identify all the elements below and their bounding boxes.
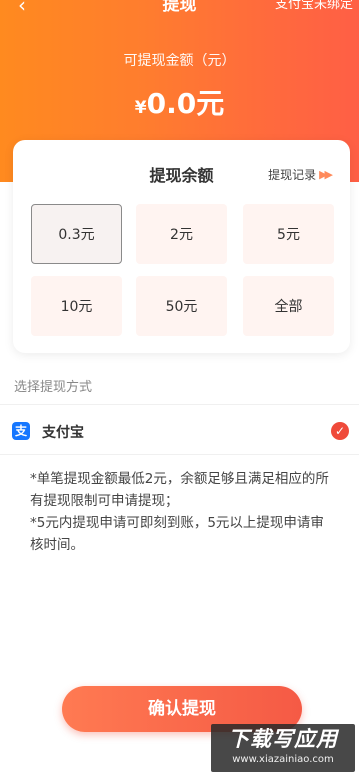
amount-option-all[interactable]: 全部 [243,276,334,336]
divider [0,454,359,455]
amount-option-50[interactable]: 50元 [136,276,227,336]
amount-option-10[interactable]: 10元 [31,276,122,336]
divider [0,404,359,405]
site-watermark: 下载写应用 www.xiazainiao.com [211,724,355,772]
watermark-url: www.xiazainiao.com [232,754,334,765]
payment-method-alipay[interactable]: 支 支付宝 ✓ [0,410,359,454]
amount-option-label: 全部 [274,299,303,315]
amount-option-label: 5元 [277,227,300,243]
payment-method-label: 选择提现方式 [14,380,93,395]
alipay-bind-status-link[interactable]: 支付宝未绑定 [275,0,353,16]
alipay-icon: 支 [12,422,30,440]
amount-option-label: 0.3元 [58,227,95,243]
amount-option-label: 10元 [60,299,93,315]
amount-option-5[interactable]: 5元 [243,204,334,264]
note-line: *单笔提现金额最低2元，余额足够且满足相应的所有提现限制可申请提现； [30,471,329,509]
balance-label: 可提现金额（元） [123,53,236,69]
note-line: *5元内提现申请可即刻到账，5元以上提现申请审核时间。 [30,515,324,553]
amount-option-label: 2元 [170,227,193,243]
payment-method-name: 支付宝 [42,425,84,441]
check-circle-icon: ✓ [331,422,349,440]
double-chevron-right-icon: ▶▶ [319,168,333,181]
balance-amount: 0.0元 [146,87,225,120]
currency-symbol: ¥ [134,98,147,118]
withdraw-page: ‹ 提现 支付宝未绑定 可提现金额（元） ¥0.0元 提现余额 提现记录 ▶▶ … [0,0,359,775]
amount-option-2[interactable]: 2元 [136,204,227,264]
watermark-main-text: 下载写应用 [228,727,338,751]
withdraw-record-label: 提现记录 [268,168,317,182]
withdraw-record-link[interactable]: 提现记录 ▶▶ [268,166,333,183]
amount-option-label: 50元 [165,299,198,315]
balance-value: ¥0.0元 [0,82,359,122]
withdraw-amount-card: 提现余额 提现记录 ▶▶ 0.3元 2元 5元 10元 50元 全部 [13,140,350,353]
amount-option-0-3[interactable]: 0.3元 [31,204,122,264]
withdraw-notes: *单笔提现金额最低2元，余额足够且满足相应的所有提现限制可申请提现； *5元内提… [30,468,335,556]
